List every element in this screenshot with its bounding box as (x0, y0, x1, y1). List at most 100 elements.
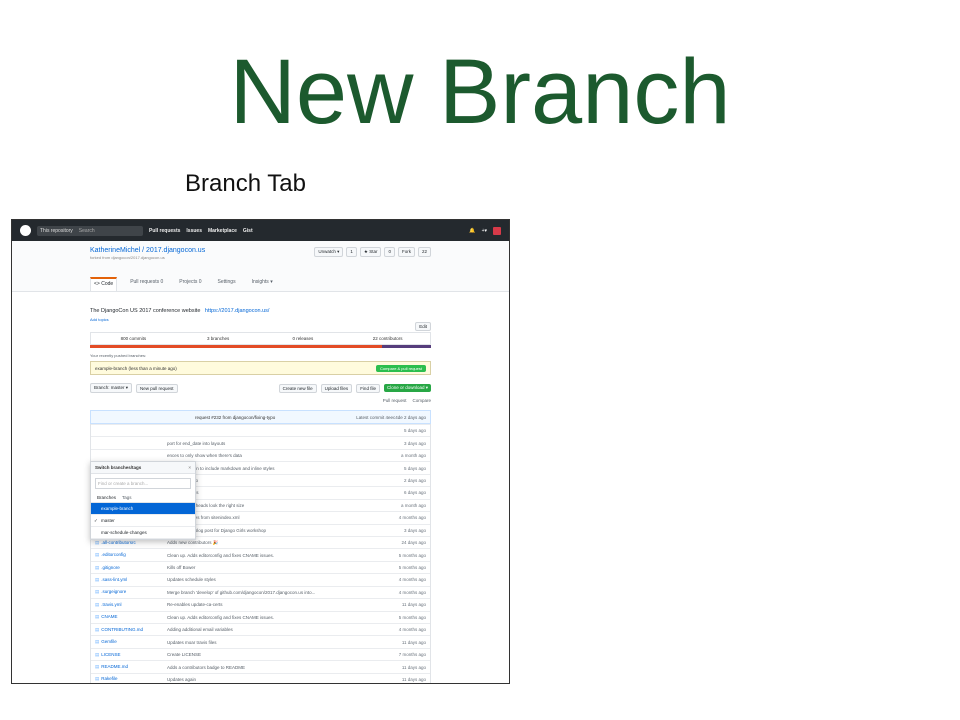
table-row[interactable]: ▤ .sass-lint.yml Updates schedule styles 4 … (91, 573, 430, 585)
tab-code[interactable]: <> Code (90, 277, 118, 291)
file-name[interactable] (91, 441, 167, 446)
commit-message[interactable]: Creating new blog post for Django Girls … (167, 528, 366, 533)
plus-icon[interactable]: +▾ (482, 228, 487, 234)
file-name[interactable]: ▤ .sass-lint.yml (91, 577, 167, 583)
file-name[interactable]: ▤ Rakefile (91, 676, 167, 682)
nav-pull-requests[interactable]: Pull requests (149, 228, 180, 234)
table-row[interactable]: ▤ README.md Adds a contributors badge to R… (91, 660, 430, 672)
watch-button[interactable]: Unwatch ▾ (314, 247, 344, 257)
branch-item-mar-schedule[interactable]: mar-schedule-changes (91, 527, 195, 539)
commits-link[interactable]: 800 commits (91, 336, 176, 341)
commit-age: 4 months ago (398, 627, 426, 633)
table-row[interactable]: port for end_date into layouts 3 days ago (91, 436, 430, 448)
commit-age: 5 months ago (398, 552, 426, 558)
tab-insights[interactable]: Insights ▾ (249, 277, 276, 291)
new-pull-request-button[interactable]: New pull request (136, 383, 178, 393)
star-button[interactable]: ★ Star (359, 247, 382, 257)
commit-message[interactable]: Merge branch 'develop' of github.com/dja… (167, 590, 366, 595)
topics-link[interactable]: Add topics (90, 317, 431, 322)
find-file-button[interactable]: Find file (356, 383, 380, 393)
file-name[interactable]: ▤ .travis.yml (91, 602, 167, 608)
dropdown-header: Switch branches/tags × (91, 462, 195, 474)
table-row[interactable]: ▤ CNAME Clean up. Adds editorconfig and fi… (91, 610, 430, 623)
commit-message[interactable]: Make jenoji in heads look the right size (167, 503, 366, 508)
compare-link[interactable]: Compare (412, 398, 431, 403)
commit-message[interactable]: port for end_date into layouts (167, 441, 366, 446)
file-name[interactable]: ▤ .gitignore (91, 565, 167, 571)
repo-url-link[interactable]: https://2017.djangocon.us/ (205, 308, 270, 314)
contributors-link[interactable]: 22 contributors (345, 336, 430, 341)
branch-item-example[interactable]: example-branch (91, 503, 195, 515)
branch-filter-input[interactable]: Find or create a branch... (95, 478, 191, 489)
tab-tags[interactable]: Tags (122, 495, 132, 500)
github-logo-icon[interactable] (20, 225, 31, 236)
nav-issues[interactable]: Issues (186, 228, 202, 234)
table-row[interactable]: ▤ Rakefile Updates again 11 days ago (91, 672, 430, 683)
branch-item-master[interactable]: ✓ master (91, 515, 195, 527)
branch-select-button[interactable]: Branch: master ▾ (90, 383, 133, 393)
fork-button[interactable]: Fork (397, 247, 415, 257)
close-icon[interactable]: × (188, 465, 191, 470)
file-name[interactable]: ▤ Gemfile (91, 639, 167, 645)
edit-button[interactable]: Edit (415, 322, 431, 331)
file-name[interactable]: ▤ README.md (91, 664, 167, 670)
star-count[interactable]: 0 (384, 247, 395, 257)
nav-marketplace[interactable]: Marketplace (208, 228, 237, 234)
table-row[interactable]: ▤ .surgeignore Merge branch 'develop' of g… (91, 585, 430, 598)
create-file-button[interactable]: Create new file (278, 383, 317, 393)
tab-pull-requests[interactable]: Pull requests 0 (127, 277, 166, 291)
table-row[interactable]: ▤ Gemfile Updates moar travis files 11 days… (91, 635, 430, 647)
table-row[interactable]: ▤ .travis.yml Re-enables update-ca-certs 11… (91, 598, 430, 610)
file-name[interactable]: ▤ CNAME (91, 614, 167, 620)
file-name[interactable]: ▤ LICENSE (91, 652, 167, 658)
tab-settings[interactable]: Settings (215, 277, 239, 291)
avatar[interactable] (493, 226, 501, 235)
repo-description: The DjangoCon US 2017 conference website… (90, 308, 431, 314)
table-row[interactable]: ▤ CONTRIBUTING.md Adding additional email … (91, 623, 430, 635)
file-name[interactable] (91, 453, 167, 458)
clone-download-button[interactable]: Clone or download ▾ (383, 384, 431, 392)
pull-request-link[interactable]: Pull request (383, 398, 407, 403)
table-row[interactable]: ▤ .gitignore Kills off Bower 5 months ago (91, 560, 430, 573)
latest-commit-info[interactable]: Latest commit 4eec4de 2 days ago (356, 415, 426, 420)
commit-message[interactable]: Adds a contributors badge to README (167, 665, 366, 670)
nav-gist[interactable]: Gist (243, 228, 253, 234)
compare-pull-request-button[interactable]: Compare & pull request (375, 364, 426, 372)
file-name[interactable]: ▤ .surgeignore (91, 589, 167, 595)
commit-message[interactable]: ences to only show when there's data (167, 453, 366, 458)
table-row[interactable]: 5 days ago (91, 424, 430, 436)
commit-message[interactable]: Create LICENSE (167, 652, 366, 657)
commit-message[interactable]: Kills off Bower (167, 565, 366, 570)
commit-message[interactable]: Clean up. Adds editorconfig and fixes CN… (167, 615, 366, 620)
commit-message[interactable]: Fixing little typo (167, 478, 366, 483)
commit-message[interactable]: Removes pages from sitenindex.xml (167, 515, 366, 520)
commit-message[interactable]: Fixes ballrooms (167, 490, 366, 495)
table-row[interactable]: ▤ .editorconfig Clean up. Adds editorconfi… (91, 548, 430, 560)
commit-message[interactable]: Adds new contributors 🎉 (167, 540, 366, 546)
commit-message[interactable]: Updates again (167, 677, 366, 682)
commit-message[interactable]: Re-enables update-ca-certs (167, 602, 366, 607)
language-bar[interactable] (90, 345, 431, 348)
commit-message[interactable]: Updates moar travis files (167, 640, 366, 645)
search-input[interactable]: This repository Search (37, 225, 143, 236)
bell-icon[interactable]: 🔔 (469, 228, 475, 234)
file-name[interactable]: ▤ CONTRIBUTING.md (91, 627, 167, 633)
file-name[interactable] (91, 428, 167, 433)
releases-link[interactable]: 0 releases (261, 336, 346, 341)
commit-age: 11 days ago (401, 664, 426, 670)
fork-count[interactable]: 22 (417, 247, 431, 257)
table-row[interactable]: ences to only show when there's data a mo… (91, 448, 430, 461)
file-name[interactable]: ▤ .editorconfig (91, 552, 167, 558)
tab-branches[interactable]: Branches (97, 495, 116, 500)
commit-message[interactable]: Clean up. Adds editorconfig and fixes CN… (167, 553, 366, 558)
commit-message[interactable]: Adding additional email variables (167, 627, 366, 632)
branches-link[interactable]: 3 branches (176, 336, 261, 341)
latest-commit-message[interactable]: request #232 from djangocon/fixing-typo (95, 415, 275, 420)
watch-count[interactable]: 1 (346, 247, 357, 257)
table-row[interactable]: ▤ LICENSE Create LICENSE 7 months ago (91, 647, 430, 660)
upload-files-button[interactable]: Upload files (320, 383, 353, 393)
tab-projects[interactable]: Projects 0 (176, 277, 204, 291)
commit-message[interactable]: Updates schedule styles (167, 577, 366, 582)
commit-message[interactable]: esor description to include markdown and… (167, 466, 366, 471)
file-name[interactable]: ▤ .all-contributorsrc (91, 540, 167, 546)
